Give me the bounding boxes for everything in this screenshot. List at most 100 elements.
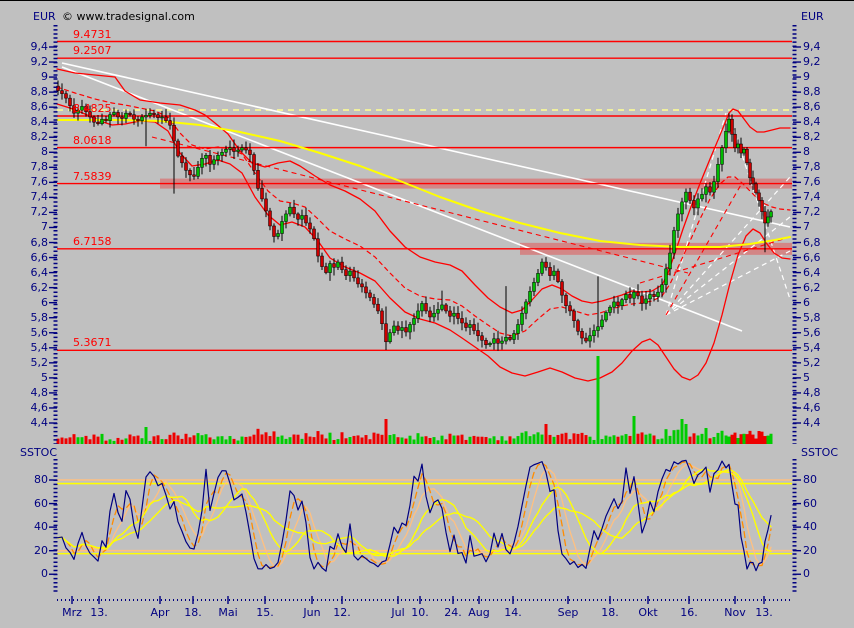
candlestick xyxy=(353,271,356,278)
price-axis-label-right: 6,8 xyxy=(803,237,821,249)
time-axis-label: 13. xyxy=(90,607,108,619)
candlestick xyxy=(257,170,260,188)
volume-bar xyxy=(637,434,640,444)
volume-bar xyxy=(577,434,580,444)
volume-bar xyxy=(133,436,136,444)
candlestick xyxy=(273,226,276,237)
candlestick xyxy=(361,284,364,287)
price-axis-label-right: 5,8 xyxy=(803,312,821,324)
volume-bar xyxy=(541,435,544,444)
price-axis-label-right: 6 xyxy=(803,297,810,309)
volume-bar xyxy=(481,437,484,444)
volume-bar xyxy=(770,434,773,444)
candlestick xyxy=(389,333,392,342)
price-axis-label-right: 7,6 xyxy=(803,176,821,188)
sstoc-axis-label-left: 40 xyxy=(12,521,48,533)
volume-bar xyxy=(597,356,600,444)
price-and-sstoc-plot[interactable] xyxy=(0,1,854,628)
price-axis-label-left: 9,4 xyxy=(12,41,48,53)
volume-bar xyxy=(369,439,372,444)
candlestick xyxy=(413,318,416,324)
candlestick xyxy=(481,336,484,341)
white-dashed-fan-line xyxy=(666,217,790,315)
candlestick xyxy=(113,112,116,114)
red-dashed-trend-line xyxy=(152,137,688,273)
candlestick xyxy=(697,199,700,208)
volume-bar xyxy=(285,439,288,444)
price-axis-label-left: 8,4 xyxy=(12,116,48,128)
sstoc-axis-label-right: 20 xyxy=(803,545,817,557)
candlestick xyxy=(341,262,344,270)
volume-bar xyxy=(317,431,320,444)
candlestick xyxy=(373,297,376,304)
price-axis-label-right: 9,4 xyxy=(803,41,821,53)
volume-bar xyxy=(381,435,384,444)
volume-bar xyxy=(433,437,436,444)
sstoc-axis-label-right: 40 xyxy=(803,521,817,533)
candlestick xyxy=(409,324,412,332)
candlestick xyxy=(752,178,755,184)
candlestick xyxy=(725,131,728,148)
volume-bar xyxy=(325,438,328,444)
candlestick xyxy=(229,148,232,150)
price-axis-label-left: 7,8 xyxy=(12,161,48,173)
candlestick xyxy=(105,119,108,121)
price-level-label: 6.7158 xyxy=(73,236,112,248)
volume-bar xyxy=(97,437,100,444)
volume-bar xyxy=(761,432,764,444)
volume-bar xyxy=(185,434,188,444)
volume-bar xyxy=(509,436,512,444)
candlestick xyxy=(770,212,773,217)
volume-bar xyxy=(377,434,380,444)
candlestick xyxy=(241,148,244,150)
volume-bar xyxy=(701,434,704,444)
volume-bar xyxy=(113,441,116,444)
volume-bar xyxy=(685,424,688,444)
price-level-label: 9.2507 xyxy=(73,45,112,57)
volume-bar xyxy=(697,435,700,444)
price-axis-label-left: 4,6 xyxy=(12,402,48,414)
sstoc-axis-label-right: 80 xyxy=(803,474,817,486)
candlestick xyxy=(653,294,656,296)
price-level-label: 5.3671 xyxy=(73,337,112,349)
volume-bar xyxy=(333,440,336,444)
time-axis-label: Sep xyxy=(558,607,579,619)
candlestick xyxy=(405,327,408,332)
candlestick xyxy=(613,302,616,307)
volume-bar xyxy=(677,430,680,444)
candlestick xyxy=(401,327,404,330)
candlestick xyxy=(461,318,464,323)
volume-bar xyxy=(353,436,356,444)
volume-bar xyxy=(145,427,148,444)
candlestick xyxy=(533,282,536,291)
candlestick xyxy=(225,149,228,152)
volume-bar xyxy=(405,439,408,444)
price-axis-label-right: 7,8 xyxy=(803,161,821,173)
tradesignal-chart-window: EUR © www.tradesignal.com EUR SSTOC SSTO… xyxy=(0,0,854,628)
candlestick xyxy=(277,233,280,236)
price-axis-label-right: 8,2 xyxy=(803,131,821,143)
candlestick xyxy=(561,282,564,296)
volume-bar xyxy=(449,434,452,444)
candlestick xyxy=(525,302,528,313)
time-axis-label: 18. xyxy=(184,607,202,619)
time-axis-label: 24. xyxy=(444,607,462,619)
candlestick xyxy=(349,271,352,276)
volume-bar xyxy=(141,438,144,444)
candlestick xyxy=(369,293,372,298)
candlestick xyxy=(161,117,164,118)
candlestick xyxy=(129,113,132,115)
time-axis-label: Jun xyxy=(303,607,320,619)
volume-bar xyxy=(485,437,488,444)
candlestick xyxy=(728,119,731,131)
candlestick xyxy=(385,324,388,342)
sstoc-axis-label-left: 60 xyxy=(12,498,48,510)
candlestick xyxy=(137,119,140,121)
candlestick xyxy=(689,192,692,200)
candlestick xyxy=(601,320,604,327)
price-axis-label-left: 5,8 xyxy=(12,312,48,324)
volume-bar xyxy=(273,431,276,444)
time-axis-label: Aug xyxy=(468,607,489,619)
price-axis-label-right: 5 xyxy=(803,372,810,384)
volume-bar xyxy=(545,424,548,444)
